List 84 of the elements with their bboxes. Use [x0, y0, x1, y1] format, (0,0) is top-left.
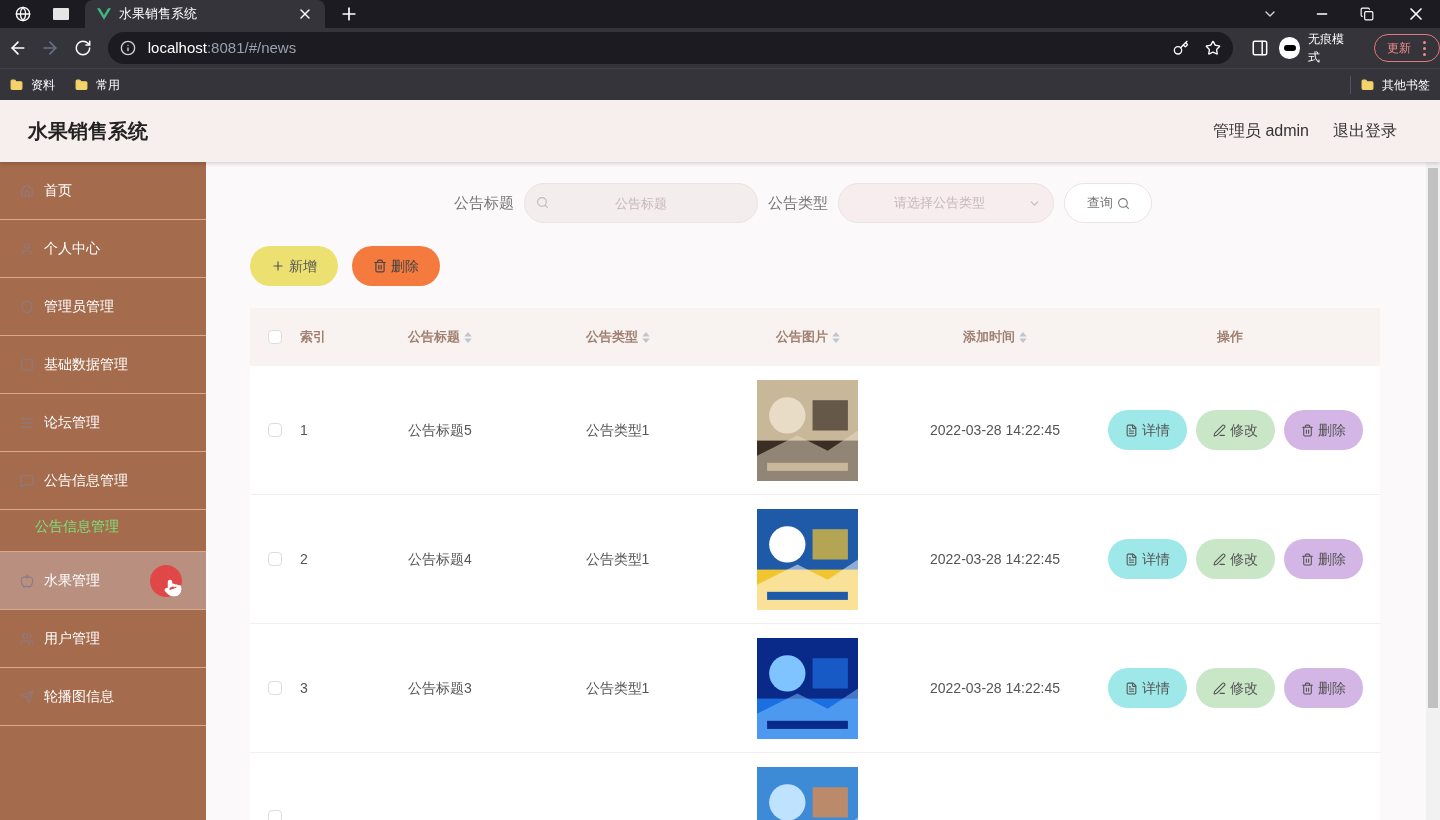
table-cell-text: 公告标题4: [408, 549, 472, 569]
detail-button[interactable]: 详情: [1107, 668, 1187, 708]
select-all-checkbox[interactable]: [268, 330, 282, 344]
table-cell-text: 2022-03-28 14:22:45: [930, 549, 1060, 569]
plus-icon: [271, 259, 285, 273]
field-label: 公告类型: [768, 192, 828, 213]
sidebar-item[interactable]: 水果管理: [0, 552, 206, 610]
pencil-icon: [1212, 681, 1226, 695]
edit-button[interactable]: 修改: [1195, 668, 1275, 708]
search-icon: [1116, 196, 1130, 210]
table-cell: 3: [300, 679, 308, 696]
delete-button[interactable]: 删除: [352, 246, 440, 286]
incognito-badge[interactable]: 无痕模式: [1278, 35, 1365, 61]
bookmark[interactable]: 常用: [75, 75, 120, 94]
info-icon: [119, 40, 136, 56]
restore-icon[interactable]: [1360, 7, 1374, 21]
edit-button[interactable]: 修改: [1195, 539, 1275, 579]
document-icon: [1124, 681, 1138, 695]
app-title: 水果销售系统: [28, 119, 148, 144]
trash-icon: [373, 259, 387, 273]
home-icon: [20, 183, 34, 198]
v-logo-icon: [97, 8, 111, 20]
send-icon: [20, 689, 34, 704]
pencil-icon: [1212, 552, 1226, 566]
logout-link[interactable]: 退出登录: [1333, 119, 1397, 143]
more-icon: [1423, 40, 1427, 56]
bookmark[interactable]: 资料: [10, 75, 55, 94]
bookmark[interactable]: 其他书签: [1361, 75, 1430, 94]
add-button[interactable]: 新增: [250, 246, 338, 286]
user-icon: [20, 241, 34, 256]
side-panel-icon[interactable]: [1250, 39, 1269, 57]
incognito-icon: [1278, 37, 1301, 59]
globe-icon: [15, 6, 31, 22]
trash-icon: [1300, 552, 1314, 566]
column-header: 公告类型: [585, 328, 638, 347]
document-icon: [1124, 423, 1138, 437]
folder-icon: [10, 77, 23, 92]
pencil-icon: [1212, 423, 1226, 437]
reload-icon[interactable]: [73, 39, 92, 57]
table-cell-text: 2022-03-28 14:22:45: [930, 420, 1060, 440]
field-label: 公告标题: [454, 192, 514, 213]
detail-button[interactable]: 详情: [1107, 410, 1187, 450]
table-cell-text: 公告类型1: [585, 549, 650, 569]
table-cell: 2: [300, 550, 308, 567]
table-cell-text: 公告类型1: [585, 420, 650, 440]
folder-icon: [1361, 77, 1374, 92]
key-icon[interactable]: [1172, 40, 1189, 56]
row-checkbox[interactable]: [268, 552, 282, 566]
list-icon: [20, 415, 34, 430]
table-cell-text: 2022-03-28 14:22:45: [930, 678, 1060, 698]
column-header: 索引: [300, 328, 326, 347]
star-icon[interactable]: [1204, 40, 1221, 56]
square-icon: [20, 357, 34, 372]
apple-icon: [20, 573, 34, 588]
chat-icon: [20, 473, 34, 488]
users-icon: [20, 631, 34, 646]
table-cell-text: 公告标题5: [408, 420, 472, 440]
delete-button[interactable]: 删除: [1283, 539, 1363, 579]
row-checkbox[interactable]: [268, 423, 282, 437]
row-checkbox[interactable]: [268, 810, 282, 820]
column-header: 操作: [1217, 328, 1243, 347]
edit-button[interactable]: 修改: [1195, 410, 1275, 450]
query-button[interactable]: 查询: [1064, 183, 1152, 223]
table-cell: 1: [300, 421, 308, 438]
user-label: 管理员 admin: [1212, 121, 1309, 141]
cursor-icon: [150, 564, 182, 597]
url-text: localhost:8081/#/news: [147, 37, 297, 58]
table-cell-text: 公告类型1: [585, 678, 650, 698]
document-icon: [1124, 552, 1138, 566]
folder-icon: [75, 77, 88, 92]
detail-button[interactable]: 详情: [1107, 539, 1187, 579]
column-header: 添加时间: [963, 328, 1015, 347]
column-header: 公告标题: [408, 328, 460, 347]
row-checkbox[interactable]: [268, 681, 282, 695]
browser-tab[interactable]: 水果销售系统: [85, 0, 325, 28]
search-icon: [536, 196, 549, 209]
delete-button[interactable]: 删除: [1283, 410, 1363, 450]
address-bar[interactable]: localhost:8081/#/news: [107, 32, 1233, 64]
shield-icon: [20, 299, 34, 314]
delete-button[interactable]: 删除: [1283, 668, 1363, 708]
trash-icon: [1300, 681, 1314, 695]
table-cell-text: 公告标题3: [408, 678, 472, 698]
trash-icon: [1300, 423, 1314, 437]
column-header: 公告图片: [775, 328, 828, 347]
